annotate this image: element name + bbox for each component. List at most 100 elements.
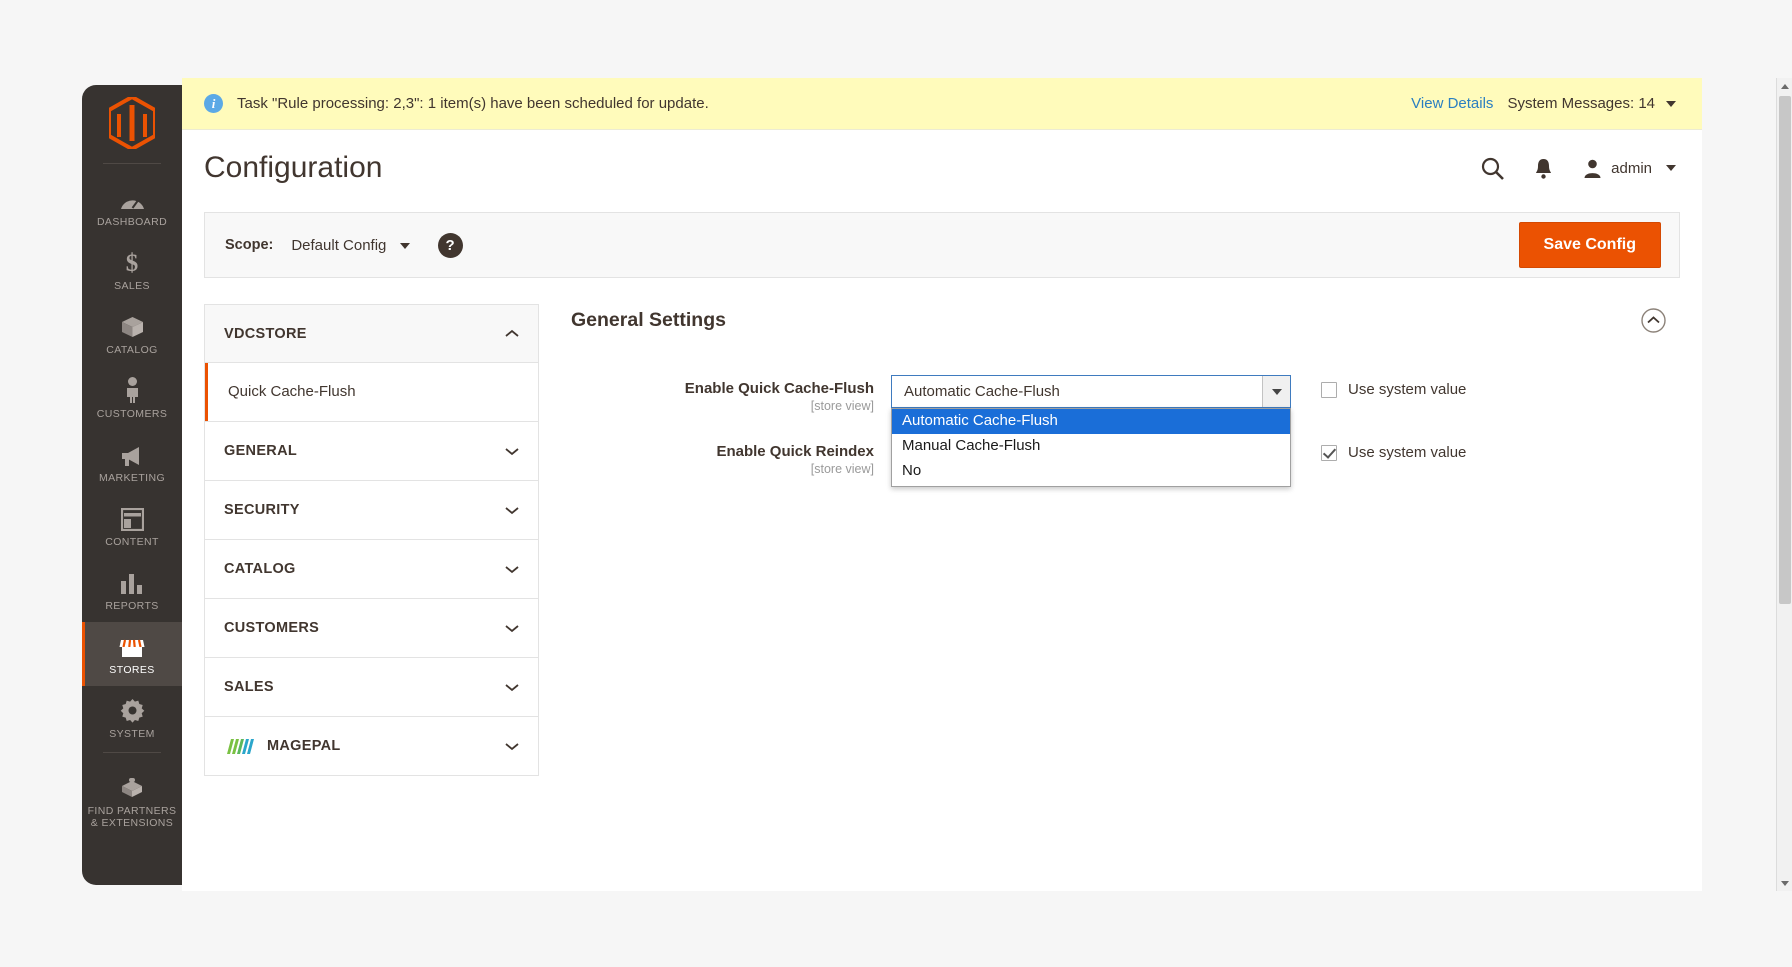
chevron-down-icon[interactable] — [1666, 100, 1676, 107]
sidebar-item-system[interactable]: SYSTEM — [82, 686, 182, 750]
nav-section-magepal[interactable]: MAGEPAL — [204, 717, 539, 776]
sidebar-divider-bottom — [103, 752, 161, 753]
use-system-value-checkbox[interactable] — [1321, 444, 1337, 461]
notifications-bell-icon[interactable] — [1534, 157, 1553, 179]
settings-section-title: General Settings — [571, 309, 726, 331]
collapse-section-icon[interactable] — [1641, 308, 1666, 333]
nav-subitem-quick-cache-flush[interactable]: Quick Cache-Flush — [205, 363, 538, 421]
scope-value: Default Config — [291, 236, 387, 254]
content-layout-icon — [84, 503, 180, 531]
chevron-up-icon — [505, 329, 519, 337]
scrollbar-down-button[interactable] — [1777, 875, 1792, 891]
nav-section-label: CATALOG — [224, 561, 296, 577]
sidebar-divider-top — [103, 163, 161, 164]
page-header: Configuration admin — [182, 130, 1702, 206]
sidebar-item-content[interactable]: CONTENT — [82, 494, 182, 558]
field-control-group: Automatic Cache-Flush Automatic Cache-Fl… — [891, 375, 1291, 487]
sidebar-label-catalog: CATALOG — [106, 344, 158, 356]
select-selected-value: Automatic Cache-Flush — [904, 383, 1060, 400]
dropdown-option[interactable]: Automatic Cache-Flush — [892, 409, 1290, 434]
use-system-value-label: Use system value — [1348, 444, 1467, 461]
info-icon: i — [204, 94, 223, 113]
search-icon[interactable] — [1481, 157, 1505, 180]
use-system-value-checkbox[interactable] — [1321, 381, 1337, 398]
reports-bars-icon — [84, 567, 180, 595]
sidebar-label-system: SYSTEM — [109, 728, 155, 740]
sidebar-item-catalog[interactable]: CATALOG — [82, 302, 182, 366]
header-actions: admin — [1481, 157, 1676, 180]
chevron-down-icon — [505, 742, 519, 750]
sidebar-item-sales[interactable]: $ SALES — [82, 238, 182, 302]
enable-quick-cache-flush-select[interactable]: Automatic Cache-Flush — [891, 375, 1291, 408]
sidebar-item-customers[interactable]: CUSTOMERS — [82, 366, 182, 430]
use-system-value-group-1: Use system value — [1321, 375, 1466, 398]
scope-switcher[interactable]: Default Config — [291, 236, 410, 254]
settings-section-header: General Settings — [571, 304, 1680, 333]
enable-quick-cache-flush-dropdown: Automatic Cache-Flush Manual Cache-Flush… — [891, 408, 1291, 487]
select-arrow-icon — [1262, 376, 1290, 407]
sidebar-item-dashboard[interactable]: DASHBOARD — [82, 174, 182, 238]
magepal-logo-icon — [227, 738, 254, 754]
system-messages-count[interactable]: System Messages: 14 — [1507, 95, 1655, 112]
sidebar-item-reports[interactable]: REPORTS — [82, 558, 182, 622]
system-message-bar: i Task "Rule processing: 2,3": 1 item(s)… — [182, 78, 1702, 130]
find-partners-extension-icon — [84, 772, 180, 800]
nav-section-security[interactable]: SECURITY — [204, 481, 539, 540]
sidebar-item-find-partners[interactable]: FIND PARTNERS & EXTENSIONS — [82, 763, 182, 839]
admin-username: admin — [1611, 159, 1652, 177]
scope-bar: Scope: Default Config ? Save Config — [204, 212, 1680, 278]
field-scope-note: [store view] — [810, 462, 874, 476]
use-system-value-group-2: Use system value — [1321, 438, 1466, 461]
nav-subitems-vdcstore: Quick Cache-Flush — [204, 363, 539, 422]
chevron-down-icon[interactable] — [1666, 165, 1676, 171]
chevron-down-icon — [505, 624, 519, 632]
nav-section-general[interactable]: GENERAL — [204, 422, 539, 481]
use-system-value-label: Use system value — [1348, 381, 1467, 398]
magento-logo[interactable] — [82, 85, 182, 161]
nav-section-vdcstore[interactable]: VDCSTORE — [204, 304, 539, 363]
page-title: Configuration — [204, 151, 383, 184]
help-icon[interactable]: ? — [437, 232, 463, 258]
stores-shop-icon — [84, 631, 180, 659]
sidebar-item-marketing[interactable]: MARKETING — [82, 430, 182, 494]
scrollbar-thumb[interactable] — [1779, 96, 1791, 604]
admin-page: DASHBOARD $ SALES CATALOG CUSTOMERS MARK… — [0, 0, 1792, 967]
sidebar-label-find-partners-line1: FIND PARTNERS — [87, 805, 177, 817]
sidebar-item-stores[interactable]: STORES — [82, 622, 182, 686]
svg-text:$: $ — [126, 250, 139, 275]
sidebar-label-content: CONTENT — [105, 536, 159, 548]
settings-panel: General Settings Enable Quick Cache-Flus… — [539, 304, 1680, 776]
nav-section-label: GENERAL — [224, 443, 297, 459]
scrollbar-up-button[interactable] — [1777, 78, 1792, 94]
scope-label: Scope: — [225, 237, 274, 253]
sidebar-label-reports: REPORTS — [105, 600, 159, 612]
field-label: Enable Quick Reindex — [716, 443, 874, 460]
config-body: VDCSTORE Quick Cache-Flush GENERAL SECUR… — [182, 278, 1702, 776]
system-message-text: Task "Rule processing: 2,3": 1 item(s) h… — [237, 95, 709, 112]
field-scope-note: [store view] — [810, 399, 874, 413]
dropdown-option[interactable]: Manual Cache-Flush — [892, 434, 1290, 459]
nav-section-label: VDCSTORE — [224, 325, 307, 342]
admin-account-menu[interactable]: admin — [1583, 159, 1676, 178]
page-scrollbar[interactable] — [1776, 78, 1792, 891]
system-gear-icon — [84, 695, 180, 723]
sidebar-label-marketing: MARKETING — [98, 472, 166, 484]
nav-section-catalog[interactable]: CATALOG — [204, 540, 539, 599]
save-config-button[interactable]: Save Config — [1518, 222, 1661, 268]
sidebar-label-dashboard: DASHBOARD — [96, 216, 168, 228]
nav-section-label: MAGEPAL — [267, 738, 341, 754]
chevron-down-icon — [505, 447, 519, 455]
dropdown-option[interactable]: No — [892, 459, 1290, 484]
avatar-icon — [1584, 159, 1601, 178]
field-row-enable-quick-cache-flush: Enable Quick Cache-Flush [store view] Au… — [571, 375, 1680, 487]
sidebar-label-customers: CUSTOMERS — [96, 408, 168, 420]
sidebar-label-sales: SALES — [114, 280, 150, 292]
sidebar-label-find-partners-line2: & EXTENSIONS — [90, 817, 174, 829]
dashboard-icon — [84, 183, 180, 211]
sidebar-label-stores: STORES — [109, 664, 155, 676]
config-nav: VDCSTORE Quick Cache-Flush GENERAL SECUR… — [204, 304, 539, 776]
nav-section-sales[interactable]: SALES — [204, 658, 539, 717]
nav-section-customers[interactable]: CUSTOMERS — [204, 599, 539, 658]
view-details-link[interactable]: View Details — [1411, 95, 1493, 112]
chevron-down-icon — [505, 506, 519, 514]
